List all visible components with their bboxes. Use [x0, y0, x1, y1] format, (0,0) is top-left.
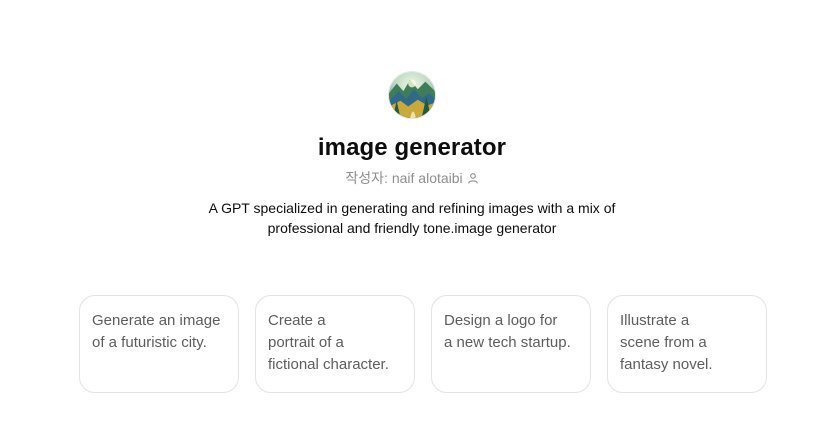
- landscape-avatar-icon: [389, 72, 435, 118]
- gpt-header: image generator 작성자: naif alotaibi A GPT…: [0, 71, 824, 238]
- author-prefix: 작성자:: [345, 170, 388, 186]
- conversation-starter-button[interactable]: Illustrate a scene from a fantasy novel.: [607, 295, 767, 393]
- starter-label: Illustrate a scene from a fantasy novel.: [620, 312, 713, 373]
- conversation-starter-button[interactable]: Design a logo for a new tech startup.: [431, 295, 591, 393]
- starter-label: Create a portrait of a fictional charact…: [268, 312, 389, 373]
- gpt-intro-page: image generator 작성자: naif alotaibi A GPT…: [0, 0, 824, 423]
- starter-label: Design a logo for a new tech startup.: [444, 312, 571, 351]
- gpt-author: 작성자: naif alotaibi: [345, 169, 478, 187]
- conversation-starter-button[interactable]: Create a portrait of a fictional charact…: [255, 295, 415, 393]
- author-name: naif alotaibi: [391, 170, 463, 186]
- gpt-description: A GPT specialized in generating and refi…: [208, 200, 616, 236]
- gpt-title: image generator: [317, 134, 507, 161]
- conversation-starter-button[interactable]: Generate an image of a futuristic city.: [79, 295, 239, 393]
- starter-label: Generate an image of a futuristic city.: [92, 312, 221, 351]
- person-icon: [467, 172, 479, 184]
- gpt-avatar: [388, 71, 436, 119]
- conversation-starters: Generate an image of a futuristic city. …: [79, 295, 767, 393]
